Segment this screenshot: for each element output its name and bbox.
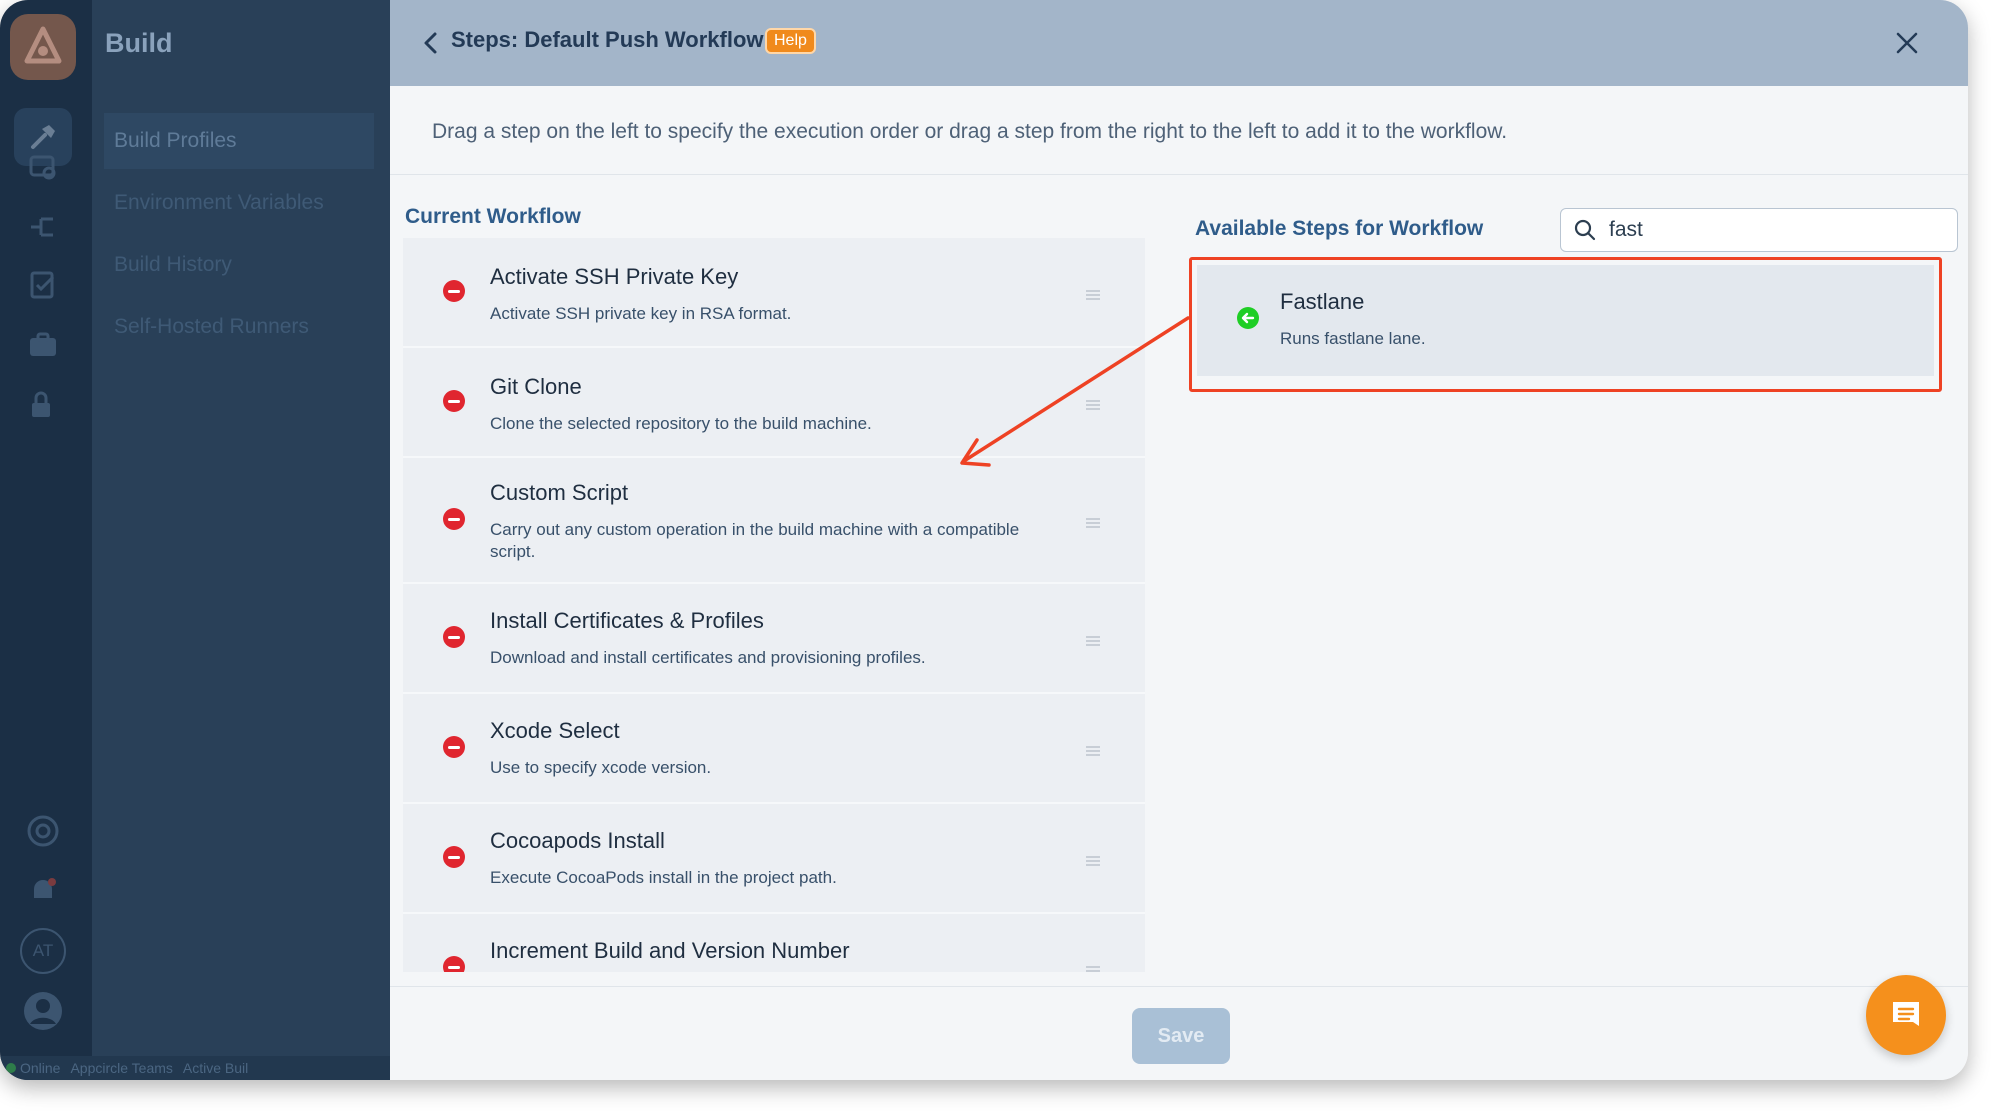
workflow-step[interactable]: Cocoapods Install Execute CocoaPods inst…: [403, 804, 1145, 914]
support-icon[interactable]: [20, 808, 66, 854]
step-name: Git Clone: [490, 374, 582, 399]
step-name: Cocoapods Install: [490, 828, 665, 853]
testing-icon[interactable]: [20, 262, 66, 308]
available-steps-title: Available Steps for Workflow: [1195, 217, 1484, 240]
workflow-step[interactable]: Activate SSH Private Key Activate SSH pr…: [403, 238, 1145, 348]
step-search[interactable]: [1560, 208, 1958, 252]
notification-bell-icon[interactable]: [20, 868, 66, 914]
chat-icon[interactable]: [1866, 975, 1946, 1055]
step-description: Carry out any custom operation in the bu…: [490, 520, 1020, 561]
workflow-icon[interactable]: [20, 204, 66, 250]
step-name: Install Certificates & Profiles: [490, 608, 764, 633]
current-workflow-title: Current Workflow: [405, 205, 581, 228]
remove-step-icon[interactable]: [443, 736, 465, 758]
steps-modal: Steps: Default Push Workflow Help Drag a…: [390, 0, 1968, 1080]
drag-handle-icon[interactable]: [1086, 746, 1100, 756]
step-name: Custom Script: [490, 480, 629, 505]
remove-step-icon[interactable]: [443, 846, 465, 868]
lock-user-icon[interactable]: [20, 382, 66, 428]
step-description: Execute CocoaPods install in the project…: [490, 868, 837, 887]
status-bar: Online Appcircle Teams Active Buil: [0, 1056, 390, 1080]
available-step[interactable]: Fastlane Runs fastlane lane.: [1197, 265, 1934, 376]
online-status: Online: [0, 1060, 60, 1076]
save-button[interactable]: Save: [1132, 1008, 1230, 1064]
step-description: Activate SSH private key in RSA format.: [490, 304, 792, 323]
drag-handle-icon[interactable]: [1086, 856, 1100, 866]
search-icon: [1573, 218, 1597, 242]
icon-rail: AT: [0, 0, 92, 1080]
briefcase-icon[interactable]: [20, 322, 66, 368]
team-selector[interactable]: Appcircle Teams: [70, 1060, 172, 1076]
remove-step-icon[interactable]: [443, 956, 465, 972]
remove-step-icon[interactable]: [443, 280, 465, 302]
help-badge[interactable]: Help: [765, 28, 816, 54]
distribute-icon[interactable]: [20, 144, 66, 190]
sidebar-item-environment-variables[interactable]: Environment Variables: [104, 175, 374, 231]
logo-icon[interactable]: [10, 14, 76, 80]
drag-handle-icon[interactable]: [1086, 518, 1100, 528]
sidebar-item-build-profiles[interactable]: Build Profiles: [104, 113, 374, 169]
back-chevron-icon[interactable]: [416, 28, 446, 58]
sidebar-title: Build: [105, 28, 173, 58]
modal-title: Steps: Default Push Workflow: [451, 27, 764, 52]
available-step-description: Runs fastlane lane.: [1280, 329, 1426, 348]
drag-handle-icon[interactable]: [1086, 290, 1100, 300]
step-description: Download and install certificates and pr…: [490, 648, 926, 667]
close-icon[interactable]: [1890, 26, 1924, 60]
avatar[interactable]: AT: [20, 928, 66, 974]
step-name: Activate SSH Private Key: [490, 264, 739, 289]
divider: [390, 174, 1968, 175]
avatar-initials: AT: [32, 941, 54, 960]
app-window: AT Build Build Profiles Environment Vari…: [0, 0, 1968, 1080]
user-profile-icon[interactable]: [20, 988, 66, 1034]
step-description: Clone the selected repository to the bui…: [490, 414, 872, 433]
active-builds[interactable]: Active Buil: [183, 1060, 248, 1076]
build-sidebar: Build Build Profiles Environment Variabl…: [92, 0, 390, 1080]
available-step-name: Fastlane: [1280, 289, 1365, 314]
sidebar-item-self-hosted-runners[interactable]: Self-Hosted Runners: [104, 299, 374, 355]
modal-header: Steps: Default Push Workflow Help: [390, 0, 1968, 86]
drag-handle-icon[interactable]: [1086, 636, 1100, 646]
divider: [390, 986, 1968, 987]
workflow-step[interactable]: Xcode Select Use to specify xcode versio…: [403, 694, 1145, 804]
workflow-step[interactable]: Increment Build and Version Number: [403, 914, 1145, 972]
drag-handle-icon[interactable]: [1086, 400, 1100, 410]
step-name: Xcode Select: [490, 718, 620, 743]
workflow-step[interactable]: Custom Script Carry out any custom opera…: [403, 458, 1145, 584]
remove-step-icon[interactable]: [443, 508, 465, 530]
sidebar-item-build-history[interactable]: Build History: [104, 237, 374, 293]
workflow-step[interactable]: Install Certificates & Profiles Download…: [403, 584, 1145, 694]
instructions-text: Drag a step on the left to specify the e…: [432, 120, 1508, 143]
drag-handle-icon[interactable]: [1086, 966, 1100, 972]
current-workflow-list: Activate SSH Private Key Activate SSH pr…: [403, 238, 1145, 972]
add-step-icon[interactable]: [1237, 307, 1259, 329]
remove-step-icon[interactable]: [443, 390, 465, 412]
step-name: Increment Build and Version Number: [490, 938, 850, 963]
search-input[interactable]: [1609, 218, 1939, 242]
remove-step-icon[interactable]: [443, 626, 465, 648]
workflow-step[interactable]: Git Clone Clone the selected repository …: [403, 348, 1145, 458]
step-description: Use to specify xcode version.: [490, 758, 712, 777]
